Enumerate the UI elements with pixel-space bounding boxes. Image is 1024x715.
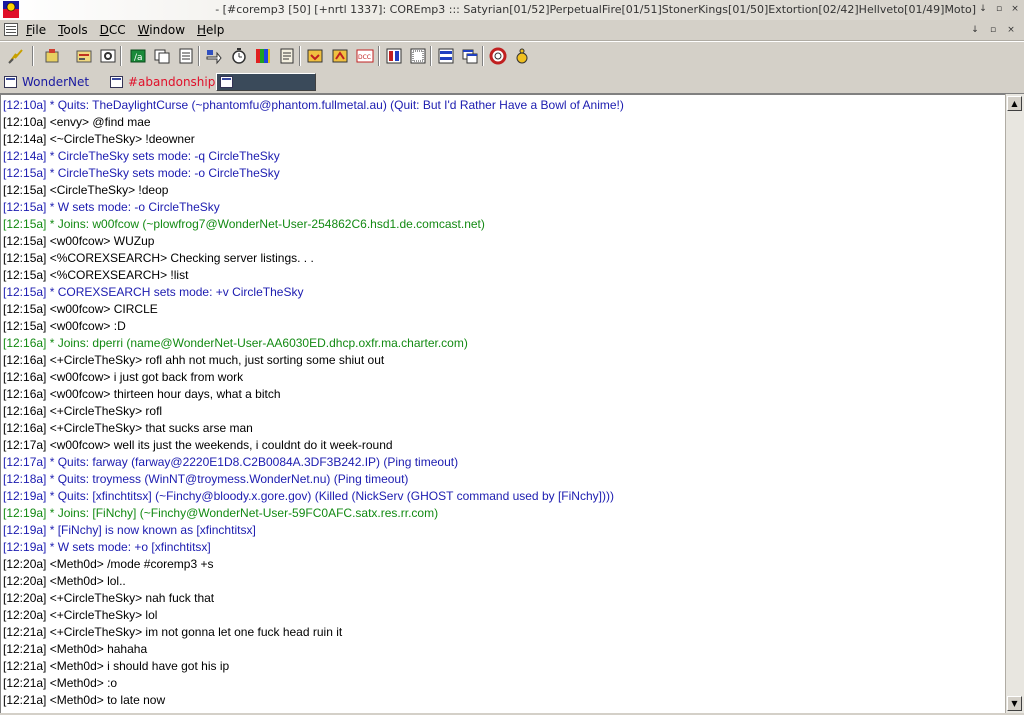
help-icon[interactable]	[488, 46, 508, 66]
chat-line: [12:16a] <w00fcow> i just got back from …	[3, 370, 244, 384]
log-icon[interactable]	[277, 46, 297, 66]
arrange-icon[interactable]	[436, 46, 456, 66]
chat-line: [12:21a] <Meth0d> :o	[3, 676, 118, 690]
chat-line: [12:18a] * Quits: troymess (WinNT@troyme…	[3, 472, 409, 486]
dcc-send-icon[interactable]	[204, 46, 224, 66]
received-files-icon[interactable]	[305, 46, 325, 66]
toolbar-separator	[299, 46, 301, 66]
toolbar-separator	[378, 46, 380, 66]
chat-line: [12:19a] * [FiNchy] is now known as [xfi…	[3, 523, 256, 537]
toolbar-separator	[32, 46, 34, 66]
chat-line: [12:16a] <w00fcow> thirteen hour days, w…	[3, 387, 281, 401]
chat-line: [12:15a] <w00fcow> :D	[3, 319, 126, 333]
chat-line: [12:15a] <w00fcow> WUZup	[3, 234, 155, 248]
colors-icon[interactable]	[253, 46, 273, 66]
chat-line: [12:20a] <Meth0d> /mode #coremp3 +s	[3, 557, 214, 571]
cascade-icon[interactable]	[408, 46, 428, 66]
address-book-icon[interactable]	[74, 46, 94, 66]
tile-icon[interactable]	[384, 46, 404, 66]
notify-icon[interactable]	[152, 46, 172, 66]
chat-line: [12:21a] <+CircleTheSky> im not gonna le…	[3, 625, 343, 639]
chat-log[interactable]: [12:10a] * Quits: TheDaylightCurse (~pha…	[0, 94, 1005, 713]
chat-line: [12:20a] <+CircleTheSky> nah fuck that	[3, 591, 215, 605]
chat-line: [12:10a] * Quits: TheDaylightCurse (~pha…	[3, 98, 624, 112]
chat-line: [12:21a] <Meth0d> hahaha	[3, 642, 148, 656]
channel-window-icon	[220, 76, 233, 88]
child-window-menu-icon[interactable]	[4, 23, 18, 36]
chat-line: [12:10a] <envy> @find mae	[3, 115, 151, 129]
chat-line: [12:16a] * Joins: dperri (name@WonderNet…	[3, 336, 468, 350]
chat-line: [12:16a] <+CircleTheSky> rofl ahh not mu…	[3, 353, 385, 367]
toolbar-separator	[198, 46, 200, 66]
chat-line: [12:16a] <+CircleTheSky> that sucks arse…	[3, 421, 253, 435]
svg-text:DCC: DCC	[358, 54, 371, 61]
child-close-button[interactable]: ×	[1004, 23, 1018, 37]
dcc-options-icon[interactable]: DCC	[355, 46, 375, 66]
chat-line: [12:19a] * W sets mode: +o [xfinchtitsx]	[3, 540, 211, 554]
window-title: - [#coremp3 [50] [+nrtl 1337]: COREmp3 :…	[215, 3, 976, 16]
script-editor-icon[interactable]: /a	[128, 46, 148, 66]
about-icon[interactable]	[512, 46, 532, 66]
chat-line: [12:15a] * Joins: w00fcow (~plowfrog7@Wo…	[3, 217, 485, 231]
svg-text:/a: /a	[134, 53, 143, 63]
scroll-down-button[interactable]: ▼	[1007, 696, 1022, 711]
toolbar-separator	[430, 46, 432, 66]
chat-line: [12:19a] * Joins: [FiNchy] (~Finchy@Wond…	[3, 506, 439, 520]
title-bar: - [#coremp3 [50] [+nrtl 1337]: COREmp3 :…	[0, 0, 1024, 21]
chat-line: [12:15a] * COREXSEARCH sets mode: +v Cir…	[3, 285, 304, 299]
chat-line: [12:16a] <+CircleTheSky> rofl	[3, 404, 163, 418]
chat-line: [12:21a] <Meth0d> i should have got his …	[3, 659, 230, 673]
chat-line: [12:15a] <CircleTheSky> !deop	[3, 183, 169, 197]
chat-line: [12:15a] <%COREXSEARCH> !list	[3, 268, 189, 282]
maximize-button[interactable]: ▫	[992, 2, 1006, 16]
chat-line: [12:20a] <Meth0d> lol..	[3, 574, 126, 588]
chat-line: [12:17a] <w00fcow> well its just the wee…	[3, 438, 393, 452]
channels-icon[interactable]	[98, 46, 118, 66]
menu-help[interactable]: Help	[197, 23, 231, 37]
chat-line: [12:15a] <%COREXSEARCH> Checking server …	[3, 251, 314, 265]
child-minimize-button[interactable]: ↓	[968, 23, 982, 37]
menu-dcc[interactable]: DCC	[100, 23, 133, 37]
dcc-chat-icon[interactable]	[330, 46, 350, 66]
status-window-icon	[4, 76, 17, 88]
menu-tools[interactable]: Tools	[58, 23, 95, 37]
switchbar-tab-label: WonderNet	[22, 75, 90, 89]
timer-icon[interactable]	[229, 46, 249, 66]
chat-line: [12:15a] * W sets mode: -o CircleTheSky	[3, 200, 220, 214]
chat-line: [12:20a] <+CircleTheSky> lol	[3, 608, 158, 622]
chat-line: [12:15a] * CircleTheSky sets mode: -o Ci…	[3, 166, 280, 180]
menu-window[interactable]: Window	[138, 23, 192, 37]
switchbar-tab-wondernet[interactable]: WonderNet	[4, 73, 89, 91]
switchbar: WonderNet #abandonship	[0, 71, 1024, 94]
vertical-scrollbar[interactable]: ▲ ▼	[1005, 94, 1024, 713]
options-icon[interactable]	[42, 46, 62, 66]
switchbar-tab-label: #abandonship	[128, 75, 216, 89]
menu-file[interactable]: File	[26, 23, 53, 37]
channel-window-icon	[110, 76, 123, 88]
chat-line: [12:19a] * Quits: [xfinchtitsx] (~Finchy…	[3, 489, 614, 503]
close-button[interactable]: ×	[1008, 2, 1022, 16]
menu-bar: File Tools DCC Window Help ↓ ▫ ×	[0, 20, 1024, 41]
chat-line: [12:21a] <Meth0d> to late now	[3, 693, 166, 707]
minimize-button[interactable]: ↓	[976, 2, 990, 16]
window-list-icon[interactable]	[460, 46, 480, 66]
toolbar: /a DCC	[0, 41, 1024, 72]
chat-line: [12:14a] * CircleTheSky sets mode: -q Ci…	[3, 149, 280, 163]
child-restore-button[interactable]: ▫	[986, 23, 1000, 37]
switchbar-tab-abandonship[interactable]: #abandonship	[110, 73, 215, 91]
chat-line: [12:14a] <~CircleTheSky> !deowner	[3, 132, 195, 146]
chat-line: [12:15a] <w00fcow> CIRCLE	[3, 302, 158, 316]
toolbar-separator	[482, 46, 484, 66]
url-catcher-icon[interactable]	[176, 46, 196, 66]
chat-line: [12:17a] * Quits: farway (farway@2220E1D…	[3, 455, 459, 469]
connect-icon[interactable]	[6, 46, 26, 66]
toolbar-separator	[120, 46, 122, 66]
scroll-up-button[interactable]: ▲	[1007, 96, 1022, 111]
switchbar-tab-active[interactable]	[216, 73, 316, 91]
